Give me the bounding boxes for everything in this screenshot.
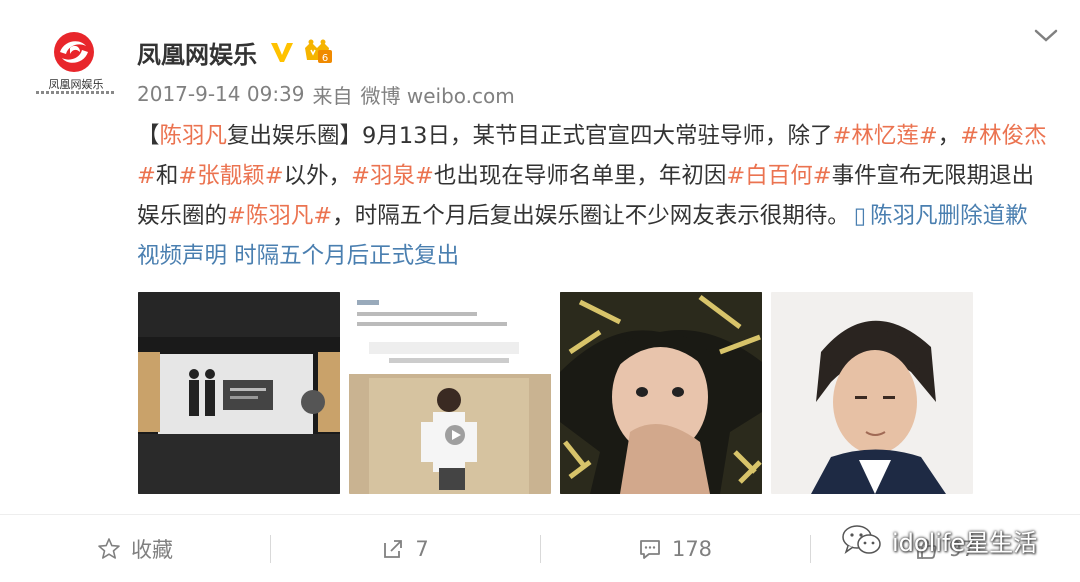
text-segment: 以外， [283, 163, 352, 189]
comment-count: 178 [671, 536, 713, 561]
verified-icon [269, 40, 295, 64]
hashtag-link[interactable]: #陈羽凡# [227, 203, 332, 229]
text-segment: 也出现在导师名单里，年初因 [433, 163, 727, 189]
wechat-icon [842, 525, 881, 554]
svg-text:6: 6 [322, 53, 328, 64]
selfie-photo[interactable] [560, 292, 762, 494]
watermark: idolife星生活 [840, 520, 1037, 560]
watermark-text: idolife星生活 [892, 528, 1038, 557]
comment-icon [640, 539, 660, 559]
text-bracket: 【 [137, 123, 160, 149]
account-name[interactable]: 凤凰网娱乐 [137, 35, 257, 70]
post-menu-button[interactable] [1030, 22, 1062, 50]
text-segment: 复出娱乐圈】9月13日，某节目正式官宣四大常驻导师，除了 [227, 123, 833, 149]
favorite-label: 收藏 [131, 537, 173, 562]
repost-icon [384, 539, 403, 558]
repost-button[interactable]: 7 [270, 515, 540, 582]
stage-event-photo[interactable] [138, 292, 340, 494]
text-segment: ， [937, 123, 961, 149]
name-link[interactable]: 陈羽凡 [160, 123, 228, 149]
post-meta: 2017-9-14 09:39 来自 微博 weibo.com [137, 80, 515, 108]
hashtag-link[interactable]: #张靓颖# [178, 163, 283, 189]
avatar[interactable]: 凤凰网娱乐 [30, 28, 118, 100]
phoenix-logo-icon [54, 32, 94, 72]
vip-level-icon: 6 [301, 38, 335, 66]
post-header: 凤凰网娱乐 6 [137, 32, 335, 72]
comment-button[interactable]: 178 [540, 515, 810, 582]
favorite-button[interactable]: 收藏 [0, 515, 270, 582]
post-text: 【陈羽凡复出娱乐圈】9月13日，某节目正式官宣四大常驻导师，除了#林忆莲#，#林… [137, 116, 1049, 276]
hashtag-link[interactable]: #林忆莲# [832, 123, 937, 149]
image-gallery [138, 292, 973, 494]
text-segment: 和 [155, 163, 179, 189]
star-icon [98, 537, 120, 559]
avatar-caption: 凤凰网娱乐 [48, 78, 104, 91]
source-prefix: 来自 [312, 83, 353, 108]
text-segment: ，时隔五个月后复出娱乐圈让不少网友表示很期待。 [332, 203, 850, 229]
repost-count: 7 [415, 536, 429, 561]
article-link-icon: ▯ [853, 203, 867, 229]
hashtag-link[interactable]: #羽泉# [351, 163, 434, 189]
post-source[interactable]: 微博 weibo.com [361, 80, 515, 109]
hashtag-link[interactable]: #白百何# [726, 163, 831, 189]
video-screenshot-photo[interactable] [349, 292, 551, 494]
post-timestamp[interactable]: 2017-9-14 09:39 [137, 82, 305, 106]
portrait-photo[interactable] [771, 292, 973, 494]
avatar-caption-underline [36, 91, 116, 94]
chevron-down-icon [1034, 29, 1058, 42]
